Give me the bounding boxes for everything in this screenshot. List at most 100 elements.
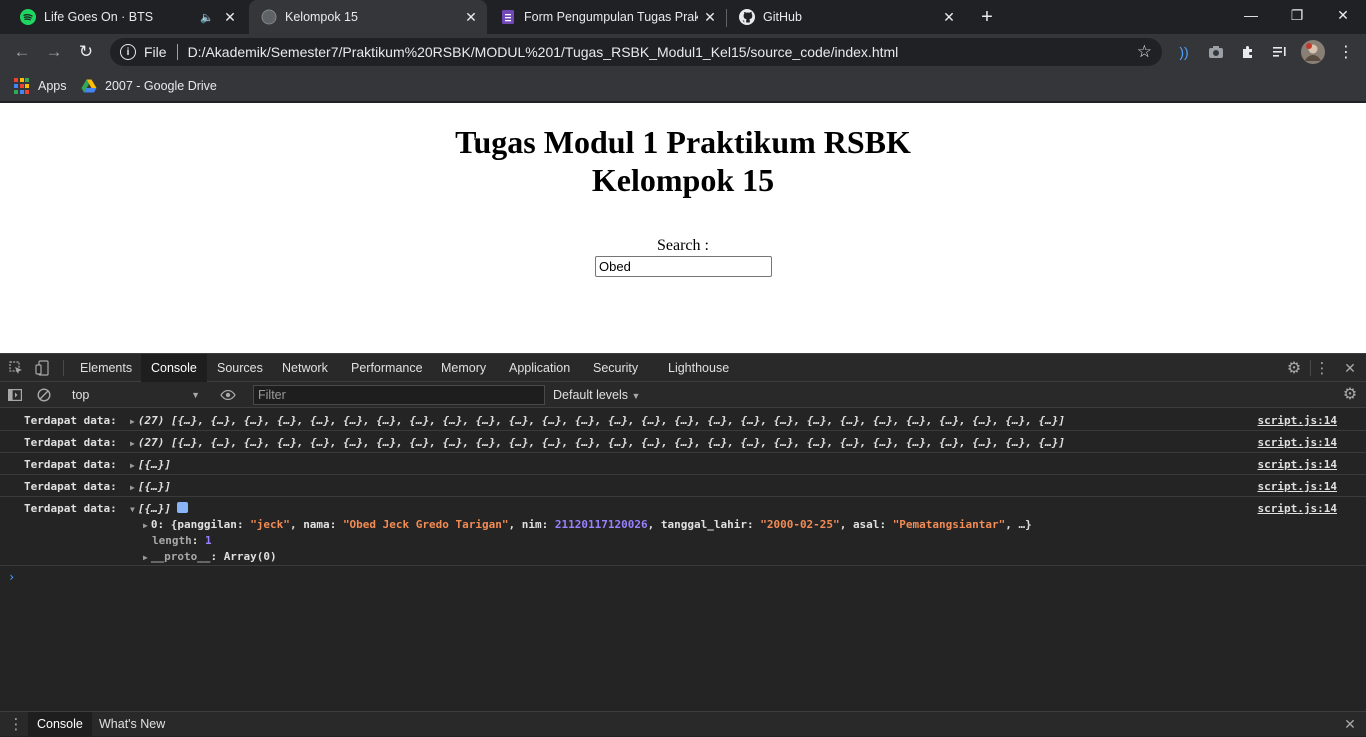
length-label: length xyxy=(152,534,192,547)
devtools-tab-console[interactable]: Console xyxy=(141,354,207,382)
chevron-down-icon: ▼ xyxy=(631,391,641,401)
info-badge-icon[interactable] xyxy=(176,502,188,513)
expand-triangle-icon[interactable]: ▶ xyxy=(143,521,148,530)
source-link[interactable]: script.js:14 xyxy=(1258,502,1337,515)
devtools-tab-performance[interactable]: Performance xyxy=(341,354,433,382)
console-output: Terdapat data: ▶ (27) [{…}, {…}, {…}, {…}… xyxy=(0,409,1366,709)
expand-triangle-icon[interactable]: ▶ xyxy=(130,439,135,448)
reload-button[interactable]: ↻ xyxy=(73,39,99,65)
source-link[interactable]: script.js:14 xyxy=(1258,480,1337,493)
back-button[interactable]: ← xyxy=(9,39,35,65)
value-asal: "Pematangsiantar" xyxy=(892,518,1006,531)
devtools-tab-memory[interactable]: Memory xyxy=(431,354,496,382)
restore-button[interactable]: ❐ xyxy=(1274,0,1320,30)
tab-spotify[interactable]: Life Goes On · BTS 🔈 ✕ xyxy=(8,0,246,34)
camera-icon[interactable] xyxy=(1206,42,1226,62)
minimize-button[interactable]: — xyxy=(1228,0,1274,30)
source-link[interactable]: script.js:14 xyxy=(1258,436,1337,449)
bookmark-google-drive[interactable]: 2007 - Google Drive xyxy=(81,76,217,96)
log-levels-dropdown[interactable]: Default levels ▼ xyxy=(553,385,640,405)
close-icon[interactable]: ✕ xyxy=(702,9,718,25)
devtools-tab-network[interactable]: Network xyxy=(272,354,338,382)
bookmark-label: Apps xyxy=(38,79,67,93)
drawer-menu-icon[interactable]: ⋮ xyxy=(7,715,25,733)
log-value[interactable]: [{…}] xyxy=(138,458,171,471)
proto-value: Array(0) xyxy=(223,550,277,563)
log-prefix: Terdapat data: xyxy=(24,436,117,449)
devtools-tab-application[interactable]: Application xyxy=(499,354,580,382)
console-row[interactable]: Terdapat data: ▶ (27) [{…}, {…}, {…}, {…}… xyxy=(0,409,1366,431)
close-devtools-icon[interactable]: ✕ xyxy=(1341,359,1359,377)
devtools-tab-elements[interactable]: Elements xyxy=(70,354,142,382)
live-expression-eye-icon[interactable] xyxy=(219,386,237,404)
media-router-icon[interactable]: )) xyxy=(1174,42,1194,62)
console-row-expanded[interactable]: Terdapat data: ▼ [{…}] script.js:14 ▶ 0: {… xyxy=(0,497,1366,566)
divider xyxy=(176,44,178,60)
device-toolbar-icon[interactable] xyxy=(33,359,51,377)
console-row[interactable]: Terdapat data: ▶ [{…}] script.js:14 xyxy=(0,475,1366,497)
extensions-puzzle-icon[interactable] xyxy=(1238,42,1258,62)
profile-avatar[interactable] xyxy=(1301,40,1325,64)
media-control-icon[interactable] xyxy=(1270,42,1290,62)
log-value-wrap: ▶ [{…}] xyxy=(130,480,171,493)
close-window-button[interactable]: ✕ xyxy=(1320,0,1366,30)
drawer-tab-console[interactable]: Console xyxy=(28,712,92,737)
value-tanggal-lahir: "2000-02-25" xyxy=(760,518,840,531)
search-input[interactable]: Obed xyxy=(595,256,772,277)
source-link[interactable]: script.js:14 xyxy=(1258,414,1337,427)
address-bar[interactable]: i File D:/Akademik/Semester7/Praktikum%2… xyxy=(110,38,1162,66)
tab-github[interactable]: GitHub ✕ xyxy=(727,0,965,34)
info-icon[interactable]: i xyxy=(120,44,136,60)
devtools-tab-lighthouse[interactable]: Lighthouse xyxy=(658,354,739,382)
console-settings-gear-icon[interactable]: ⚙ xyxy=(1341,385,1359,403)
source-link[interactable]: script.js:14 xyxy=(1258,458,1337,471)
divider xyxy=(1310,360,1311,376)
inspect-element-icon[interactable] xyxy=(7,359,25,377)
chevron-down-icon: ▼ xyxy=(191,390,200,400)
log-value[interactable]: [{…}] xyxy=(138,480,171,493)
menu-kebab-icon[interactable]: ⋮ xyxy=(1336,42,1356,62)
close-icon[interactable]: ✕ xyxy=(941,9,957,25)
sidebar-toggle-icon[interactable] xyxy=(6,386,24,404)
page-viewport: Tugas Modul 1 Praktikum RSBK Kelompok 15… xyxy=(0,103,1366,353)
search-label: Search : xyxy=(657,237,709,254)
context-select[interactable]: top ▼ xyxy=(64,385,206,405)
log-value[interactable]: (27) [{…}, {…}, {…}, {…}, {…}, {…}, {…},… xyxy=(138,436,1065,449)
devtools-tab-sources[interactable]: Sources xyxy=(207,354,273,382)
clear-console-icon[interactable] xyxy=(35,386,53,404)
log-value[interactable]: (27) [{…}, {…}, {…}, {…}, {…}, {…}, {…},… xyxy=(138,414,1065,427)
collapse-triangle-icon[interactable]: ▼ xyxy=(130,505,135,514)
close-icon[interactable]: ✕ xyxy=(463,9,479,25)
expand-triangle-icon[interactable]: ▶ xyxy=(130,483,135,492)
spotify-icon xyxy=(20,9,36,25)
close-drawer-icon[interactable]: ✕ xyxy=(1341,715,1359,733)
value-nim: 21120117120026 xyxy=(554,518,648,531)
bookmark-apps[interactable]: Apps xyxy=(14,76,67,96)
close-icon[interactable]: ✕ xyxy=(222,9,238,25)
object-entry[interactable]: ▶ 0: {panggilan: "jeck", nama: "Obed Jeck… xyxy=(143,518,1032,531)
devtools-menu-icon[interactable]: ⋮ xyxy=(1313,359,1331,377)
proto-entry[interactable]: ▶ __proto__: Array(0) xyxy=(143,550,277,563)
drawer-tab-whats-new[interactable]: What's New xyxy=(90,712,174,737)
console-row[interactable]: Terdapat data: ▶ [{…}] script.js:14 xyxy=(0,453,1366,475)
console-row[interactable]: Terdapat data: ▶ (27) [{…}, {…}, {…}, {…}… xyxy=(0,431,1366,453)
log-value-wrap: ▶ (27) [{…}, {…}, {…}, {…}, {…}, {…}, {…}… xyxy=(130,414,1065,427)
devtools-tab-security[interactable]: Security xyxy=(583,354,648,382)
settings-gear-icon[interactable]: ⚙ xyxy=(1285,359,1303,377)
tab-kelompok-15[interactable]: Kelompok 15 ✕ xyxy=(249,0,487,34)
log-prefix: Terdapat data: xyxy=(24,414,117,427)
url-text[interactable]: D:/Akademik/Semester7/Praktikum%20RSBK/M… xyxy=(188,44,1137,60)
tab-form[interactable]: Form Pengumpulan Tugas Praktikum ✕ xyxy=(488,0,726,34)
console-prompt[interactable]: › xyxy=(0,566,1366,590)
log-value[interactable]: [{…}] xyxy=(138,502,171,515)
expand-triangle-icon[interactable]: ▶ xyxy=(143,553,148,562)
new-tab-button[interactable]: + xyxy=(976,6,998,28)
forward-button[interactable]: → xyxy=(41,39,67,65)
bookmark-star-icon[interactable]: ☆ xyxy=(1137,42,1152,62)
console-filter-input[interactable]: Filter xyxy=(253,385,545,405)
google-drive-icon xyxy=(81,78,97,94)
value-nama: "Obed Jeck Gredo Tarigan" xyxy=(342,518,509,531)
expand-triangle-icon[interactable]: ▶ xyxy=(130,417,135,426)
expand-triangle-icon[interactable]: ▶ xyxy=(130,461,135,470)
speaker-icon[interactable]: 🔈 xyxy=(200,11,214,24)
